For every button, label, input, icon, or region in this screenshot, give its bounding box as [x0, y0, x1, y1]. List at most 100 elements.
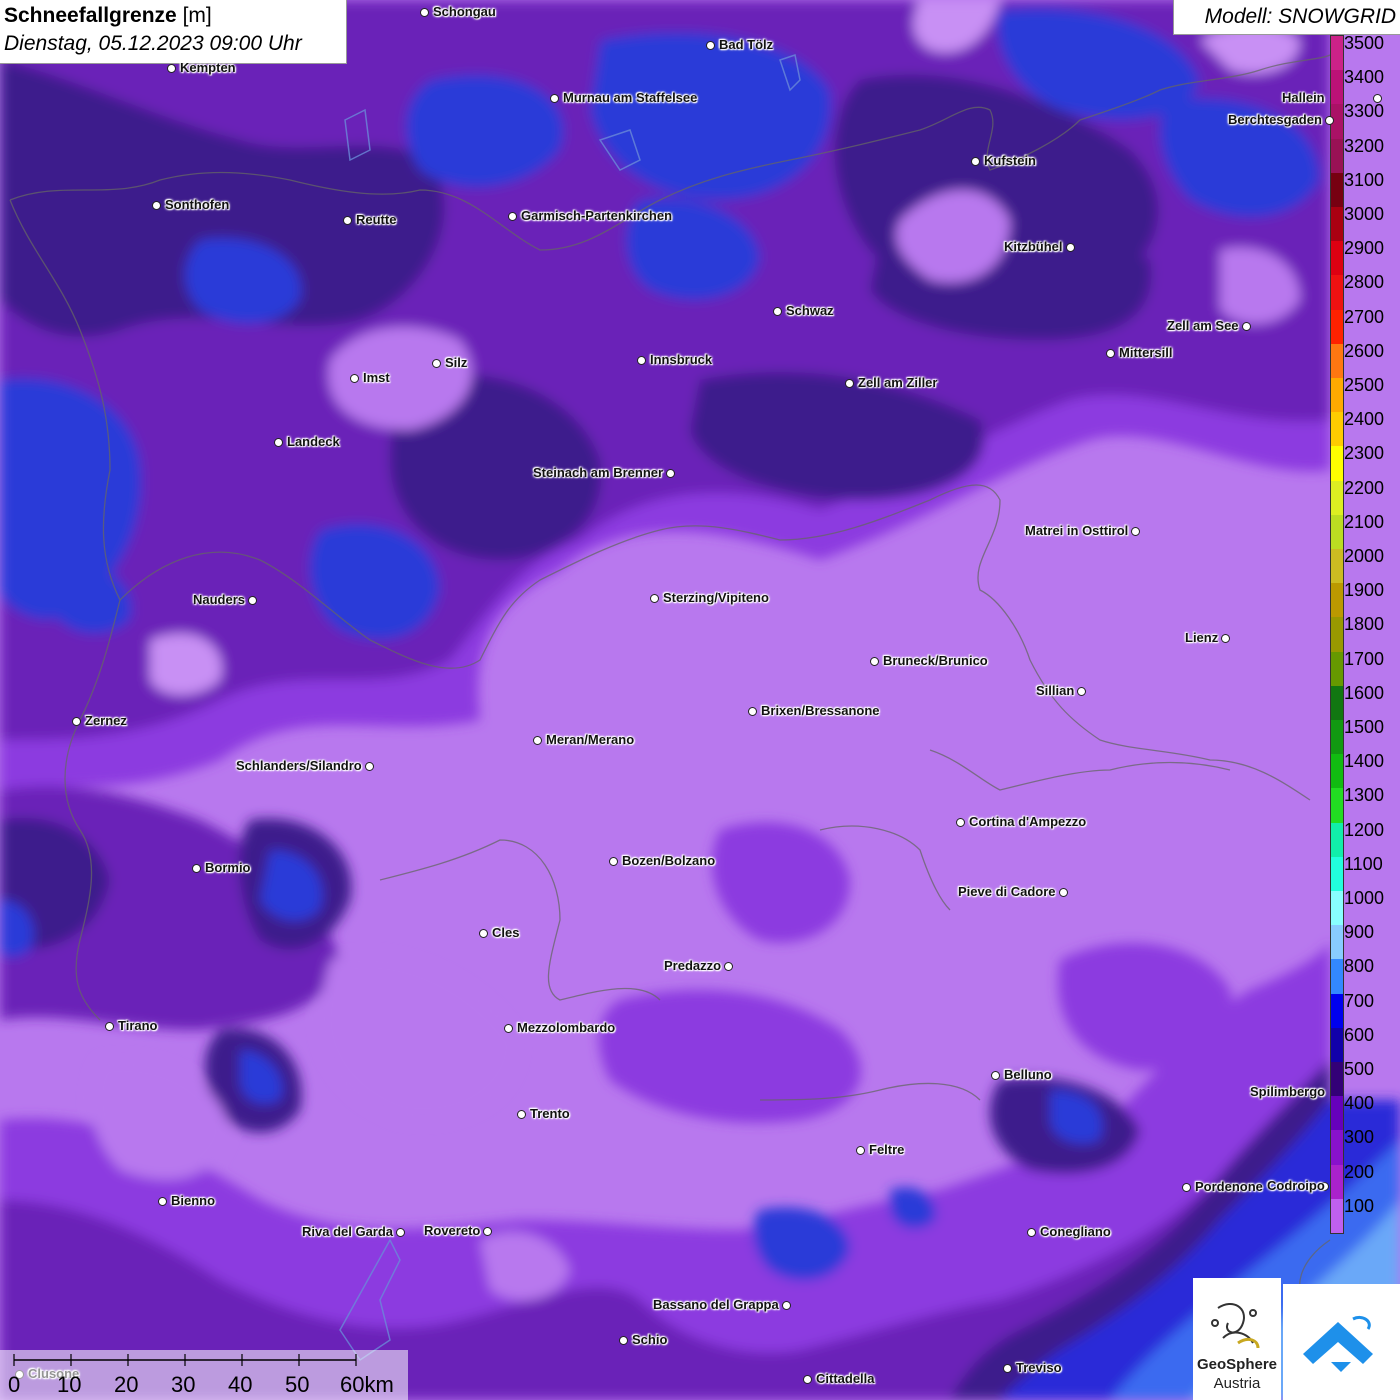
- city-label: Bozen/Bolzano: [622, 853, 716, 868]
- logo-name: GeoSphere: [1196, 1356, 1278, 1373]
- city-marker-icon: [343, 216, 352, 225]
- mountain-logo-icon: [1303, 1315, 1373, 1372]
- legend-label: 600: [1344, 1024, 1375, 1045]
- city-marker-icon: [158, 1197, 167, 1206]
- city-label: Schio: [632, 1332, 668, 1347]
- city-label: Bormio: [205, 860, 251, 875]
- city-label: Schongau: [433, 4, 496, 19]
- snowfall-limit-map[interactable]: Schneefallgrenze [m] Dienstag, 05.12.202…: [0, 0, 1400, 1400]
- city-marker-icon: [1077, 687, 1086, 696]
- legend-swatch: [1331, 856, 1343, 892]
- city-marker-icon: [1242, 322, 1251, 331]
- city-label: Pieve di Cadore: [958, 884, 1056, 899]
- city-label: Schlanders/Silandro: [236, 758, 362, 773]
- legend-swatch: [1331, 378, 1343, 413]
- legend-swatch: [1331, 1198, 1343, 1234]
- city-label: Berchtesgaden: [1228, 112, 1322, 127]
- legend-label: 2200: [1344, 477, 1385, 498]
- city-marker-icon: [650, 594, 659, 603]
- city-marker-icon: [1066, 243, 1075, 252]
- map-title: Schneefallgrenze [m]: [4, 4, 212, 28]
- legend-swatch: [1331, 36, 1343, 71]
- legend-swatch: [1331, 788, 1343, 824]
- city-label: Reutte: [356, 212, 397, 227]
- legend-label: 3100: [1344, 169, 1385, 190]
- legend-label: 1400: [1344, 751, 1385, 772]
- legend-label: 1000: [1344, 888, 1385, 908]
- city-marker-icon: [773, 307, 782, 316]
- city-marker-icon: [971, 157, 980, 166]
- legend-swatch: [1331, 172, 1343, 208]
- city-label: Sillian: [1036, 683, 1075, 698]
- legend-label: 800: [1344, 956, 1375, 977]
- legend-label: 2700: [1344, 306, 1385, 327]
- city-marker-icon: [1221, 634, 1230, 643]
- city-label: Sonthofen: [165, 197, 230, 212]
- scale-tick-label: 30: [171, 1372, 196, 1397]
- city-marker-icon: [1131, 527, 1140, 536]
- city-marker-icon: [483, 1227, 492, 1236]
- legend-swatch: [1331, 207, 1343, 242]
- city-label: Cittadella: [816, 1371, 875, 1386]
- city-marker-icon: [479, 929, 488, 938]
- legend-swatch: [1331, 480, 1343, 516]
- map-title-box: Schneefallgrenze [m] Dienstag, 05.12.202…: [0, 0, 347, 64]
- city-marker-icon: [508, 212, 517, 221]
- city-label: Mittersill: [1119, 345, 1173, 360]
- legend-label: 3500: [1344, 33, 1385, 53]
- city-label: Trento: [530, 1106, 570, 1121]
- legend-swatch: [1331, 822, 1343, 858]
- city-label: Predazzo: [664, 958, 722, 973]
- city-label: Feltre: [869, 1142, 905, 1157]
- legend-label: 200: [1344, 1161, 1375, 1182]
- map-datetime: Dienstag, 05.12.2023 09:00 Uhr: [4, 32, 302, 55]
- legend-swatch: [1331, 241, 1343, 276]
- city-marker-icon: [152, 201, 161, 210]
- scale-tick-label: 0: [8, 1372, 21, 1397]
- legend-swatch: [1331, 754, 1343, 789]
- city-label: Riva del Garda: [302, 1224, 394, 1239]
- legend-label: 2100: [1344, 511, 1385, 532]
- legend-swatch: [1331, 412, 1343, 447]
- city-label: Pordenone: [1195, 1179, 1263, 1194]
- color-legend: [1330, 35, 1344, 1234]
- city-label: Kempten: [180, 60, 236, 75]
- city-marker-icon: [637, 356, 646, 365]
- city-marker-icon: [870, 657, 879, 666]
- logo-sub: Austria: [1213, 1375, 1261, 1392]
- parameter-unit: [m]: [182, 4, 212, 27]
- city-label: Nauders: [193, 592, 246, 607]
- city-marker-icon: [517, 1110, 526, 1119]
- city-marker-icon: [1003, 1364, 1012, 1373]
- scale-tick-label: 60km: [340, 1372, 394, 1397]
- legend-label: 3400: [1344, 67, 1385, 88]
- city-label: Bad Tölz: [719, 37, 774, 52]
- city-marker-icon: [1325, 116, 1334, 125]
- city-label: Hallein: [1282, 90, 1325, 105]
- legend-label: 2500: [1344, 375, 1385, 395]
- legend-label: 3000: [1344, 204, 1385, 224]
- city-label: Meran/Merano: [546, 732, 635, 747]
- city-label: Zell am See: [1167, 318, 1239, 333]
- city-label: Zell am Ziller: [858, 375, 938, 390]
- city-label: Matrei in Osttirol: [1025, 523, 1129, 538]
- city-label: Imst: [363, 370, 390, 385]
- legend-swatch: [1331, 1062, 1343, 1097]
- city-label: Zernez: [85, 713, 127, 728]
- city-label: Rovereto: [424, 1223, 481, 1238]
- city-label: Tirano: [118, 1018, 158, 1033]
- city-label: Sterzing/Vipiteno: [663, 590, 769, 605]
- legend-label: 3200: [1344, 135, 1385, 156]
- city-marker-icon: [420, 8, 429, 17]
- legend-swatch: [1331, 343, 1343, 379]
- city-marker-icon: [845, 379, 854, 388]
- legend-label: 1100: [1344, 853, 1383, 874]
- city-label: Spilimbergo: [1250, 1084, 1326, 1099]
- city-marker-icon: [724, 962, 733, 971]
- city-marker-icon: [1373, 94, 1382, 103]
- city-marker-icon: [1027, 1228, 1036, 1237]
- city-label: Bassano del Grappa: [653, 1297, 779, 1312]
- legend-label: 900: [1344, 922, 1375, 943]
- city-label: Treviso: [1016, 1360, 1062, 1375]
- legend-swatch: [1331, 1027, 1343, 1063]
